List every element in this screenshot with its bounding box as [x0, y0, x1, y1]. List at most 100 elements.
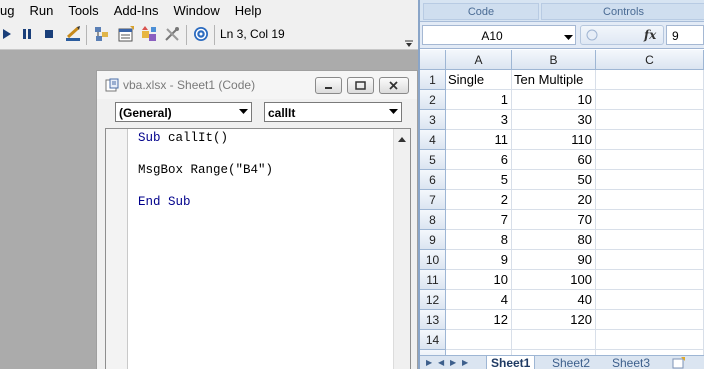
- code-line[interactable]: Sub callIt(): [138, 131, 228, 145]
- cell-a[interactable]: 8: [446, 230, 512, 250]
- cell-a[interactable]: 4: [446, 290, 512, 310]
- row-header[interactable]: 8: [420, 210, 446, 230]
- cell-b[interactable]: 30: [512, 110, 596, 130]
- cell-b[interactable]: 20: [512, 190, 596, 210]
- stop-icon[interactable]: [40, 25, 58, 43]
- scroll-up-icon[interactable]: [394, 132, 410, 148]
- last-sheet-icon[interactable]: ▶: [462, 358, 468, 367]
- cell-c[interactable]: [596, 310, 704, 330]
- sheet-tab-sheet2[interactable]: Sheet2: [548, 356, 594, 369]
- object-browser-icon[interactable]: [140, 25, 158, 43]
- menu-help[interactable]: Help: [229, 3, 271, 18]
- restore-button[interactable]: [347, 77, 374, 94]
- menu-window[interactable]: Window: [168, 3, 229, 18]
- cell-b[interactable]: 110: [512, 130, 596, 150]
- sheet-tab-sheet3[interactable]: Sheet3: [608, 356, 654, 369]
- cell-c[interactable]: [596, 170, 704, 190]
- cell-b[interactable]: 100: [512, 270, 596, 290]
- toolbox-icon[interactable]: [163, 25, 181, 43]
- chevron-down-icon[interactable]: [564, 30, 573, 44]
- cell-a[interactable]: 12: [446, 310, 512, 330]
- help-icon[interactable]: [192, 25, 210, 43]
- cell-b[interactable]: 50: [512, 170, 596, 190]
- properties-icon[interactable]: [117, 25, 135, 43]
- menu-debug[interactable]: ug: [0, 3, 23, 18]
- select-all-corner[interactable]: [420, 50, 446, 70]
- cell-b[interactable]: 10: [512, 90, 596, 110]
- column-header-b[interactable]: B: [512, 50, 596, 70]
- code-vertical-scrollbar[interactable]: [393, 129, 410, 369]
- cell-a[interactable]: 10: [446, 270, 512, 290]
- row-header[interactable]: 2: [420, 90, 446, 110]
- row-header[interactable]: 1: [420, 70, 446, 90]
- procedure-combo[interactable]: callIt: [264, 102, 402, 122]
- cell-a[interactable]: 9: [446, 250, 512, 270]
- cell-c[interactable]: [596, 70, 704, 90]
- column-header-c[interactable]: C: [596, 50, 704, 70]
- insert-function-button[interactable]: fx: [644, 28, 656, 42]
- name-box[interactable]: A10: [422, 25, 576, 45]
- cell-b[interactable]: [512, 330, 596, 350]
- pause-icon[interactable]: [18, 25, 36, 43]
- row-header[interactable]: 5: [420, 150, 446, 170]
- cell-c[interactable]: [596, 130, 704, 150]
- row-header[interactable]: 6: [420, 170, 446, 190]
- cell-b[interactable]: 60: [512, 150, 596, 170]
- row-header[interactable]: 14: [420, 330, 446, 350]
- menu-tools[interactable]: Tools: [62, 3, 107, 18]
- code-line[interactable]: MsgBox Range("B4"): [138, 163, 273, 177]
- cell-a[interactable]: [446, 330, 512, 350]
- cell-a[interactable]: 5: [446, 170, 512, 190]
- row-header[interactable]: 9: [420, 230, 446, 250]
- column-header-a[interactable]: A: [446, 50, 512, 70]
- cell-c[interactable]: [596, 110, 704, 130]
- cell-c[interactable]: [596, 270, 704, 290]
- ribbon-group-code[interactable]: Code: [423, 3, 539, 20]
- cell-c[interactable]: [596, 90, 704, 110]
- cell-a[interactable]: 7: [446, 210, 512, 230]
- code-margin-indicator-bar[interactable]: [106, 129, 128, 369]
- cell-a[interactable]: 6: [446, 150, 512, 170]
- cell-a[interactable]: 2: [446, 190, 512, 210]
- first-sheet-icon[interactable]: ▶: [426, 358, 432, 367]
- cell-c[interactable]: [596, 250, 704, 270]
- row-header[interactable]: 12: [420, 290, 446, 310]
- project-explorer-icon[interactable]: [93, 25, 111, 43]
- prev-sheet-icon[interactable]: ◀: [438, 358, 444, 367]
- cell-c[interactable]: [596, 190, 704, 210]
- cell-a[interactable]: 11: [446, 130, 512, 150]
- code-line[interactable]: End Sub: [138, 195, 191, 209]
- row-header[interactable]: 3: [420, 110, 446, 130]
- next-sheet-icon[interactable]: ▶: [450, 358, 456, 367]
- row-header[interactable]: 13: [420, 310, 446, 330]
- cell-b[interactable]: 70: [512, 210, 596, 230]
- code-editor[interactable]: Sub callIt() MsgBox Range("B4") End Sub: [105, 128, 411, 369]
- insert-sheet-icon[interactable]: [672, 357, 686, 369]
- cell-b[interactable]: 40: [512, 290, 596, 310]
- menu-run[interactable]: Run: [23, 3, 62, 18]
- cell-c[interactable]: [596, 150, 704, 170]
- row-header[interactable]: 10: [420, 250, 446, 270]
- code-window-titlebar[interactable]: vba.xlsx - Sheet1 (Code): [97, 71, 417, 99]
- row-header[interactable]: 4: [420, 130, 446, 150]
- formula-input[interactable]: 9: [666, 25, 704, 45]
- chevron-down-icon[interactable]: [235, 103, 251, 121]
- cell-c[interactable]: [596, 230, 704, 250]
- cell-b[interactable]: 80: [512, 230, 596, 250]
- ribbon-group-controls[interactable]: Controls: [541, 3, 704, 20]
- play-icon[interactable]: [0, 25, 16, 43]
- minimize-button[interactable]: [315, 77, 342, 94]
- chevron-down-icon[interactable]: [385, 103, 401, 121]
- cell-b[interactable]: 120: [512, 310, 596, 330]
- cell-c[interactable]: [596, 210, 704, 230]
- close-button[interactable]: [379, 77, 409, 94]
- cell-b[interactable]: 90: [512, 250, 596, 270]
- toolbar-options-icon[interactable]: [404, 38, 414, 48]
- cell-b[interactable]: Ten Multiple: [512, 70, 596, 90]
- cell-a[interactable]: 1: [446, 90, 512, 110]
- row-header[interactable]: 7: [420, 190, 446, 210]
- cell-a[interactable]: Single: [446, 70, 512, 90]
- row-header[interactable]: 11: [420, 270, 446, 290]
- sheet-tab-sheet1[interactable]: Sheet1: [486, 356, 536, 369]
- object-combo[interactable]: (General): [115, 102, 252, 122]
